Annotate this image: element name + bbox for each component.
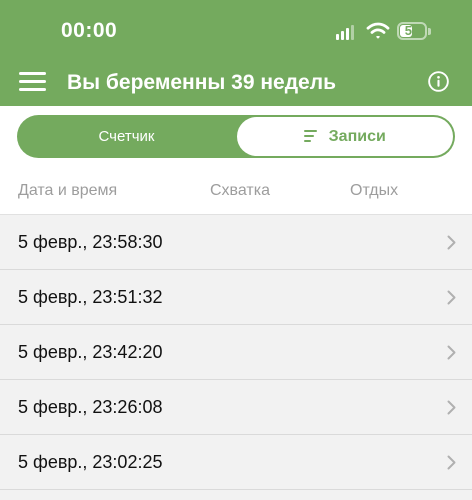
- hamburger-menu-icon[interactable]: [19, 70, 47, 94]
- column-header-contraction: Схватка: [210, 182, 270, 199]
- chevron-right-icon: [447, 400, 456, 415]
- battery-level-text: 51: [404, 23, 420, 38]
- segmented-control: Счетчик Записи: [17, 115, 455, 158]
- table-row[interactable]: 5 февр., 23:26:08: [0, 380, 472, 435]
- table-header: Дата и время Схватка Отдых: [0, 167, 472, 215]
- tab-records[interactable]: Записи: [237, 117, 453, 156]
- row-datetime: 5 февр., 23:58:30: [18, 232, 163, 252]
- status-bar: 00:00 51: [0, 0, 472, 60]
- app-header: 00:00 51 Вы беременны 39 недель: [0, 0, 472, 106]
- battery-icon: 51: [397, 22, 427, 40]
- chevron-right-icon: [447, 235, 456, 250]
- column-header-datetime: Дата и время: [18, 182, 118, 199]
- table-row[interactable]: 5 февр., 23:42:20: [0, 325, 472, 380]
- signal-icon: [336, 24, 358, 40]
- tab-records-label: Записи: [328, 128, 386, 145]
- chevron-right-icon: [447, 290, 456, 305]
- battery-tip: [428, 28, 431, 35]
- table-row[interactable]: 5 февр., 23:58:30: [0, 215, 472, 270]
- table-row[interactable]: 5 февр., 23:51:32: [0, 270, 472, 325]
- status-time: 00:00: [61, 19, 118, 42]
- row-datetime: 5 февр., 23:51:32: [18, 287, 163, 307]
- table-row[interactable]: 5 февр., 23:02:25: [0, 435, 472, 490]
- segmented-control-container: Счетчик Записи: [0, 106, 472, 167]
- chevron-right-icon: [447, 345, 456, 360]
- chevron-right-icon: [447, 455, 456, 470]
- tab-counter[interactable]: Счетчик: [17, 115, 236, 158]
- page-title: Вы беременны 39 недель: [67, 71, 336, 94]
- records-list: 5 февр., 23:58:30 5 февр., 23:51:32 5 фе…: [0, 215, 472, 490]
- list-lines-icon: [304, 129, 318, 142]
- info-circle-icon[interactable]: [428, 71, 449, 92]
- row-datetime: 5 февр., 23:26:08: [18, 397, 163, 417]
- row-datetime: 5 февр., 23:02:25: [18, 452, 163, 472]
- column-header-rest: Отдых: [350, 182, 399, 199]
- row-datetime: 5 февр., 23:42:20: [18, 342, 163, 362]
- tab-counter-label: Счетчик: [98, 128, 155, 145]
- wifi-icon: [366, 22, 390, 39]
